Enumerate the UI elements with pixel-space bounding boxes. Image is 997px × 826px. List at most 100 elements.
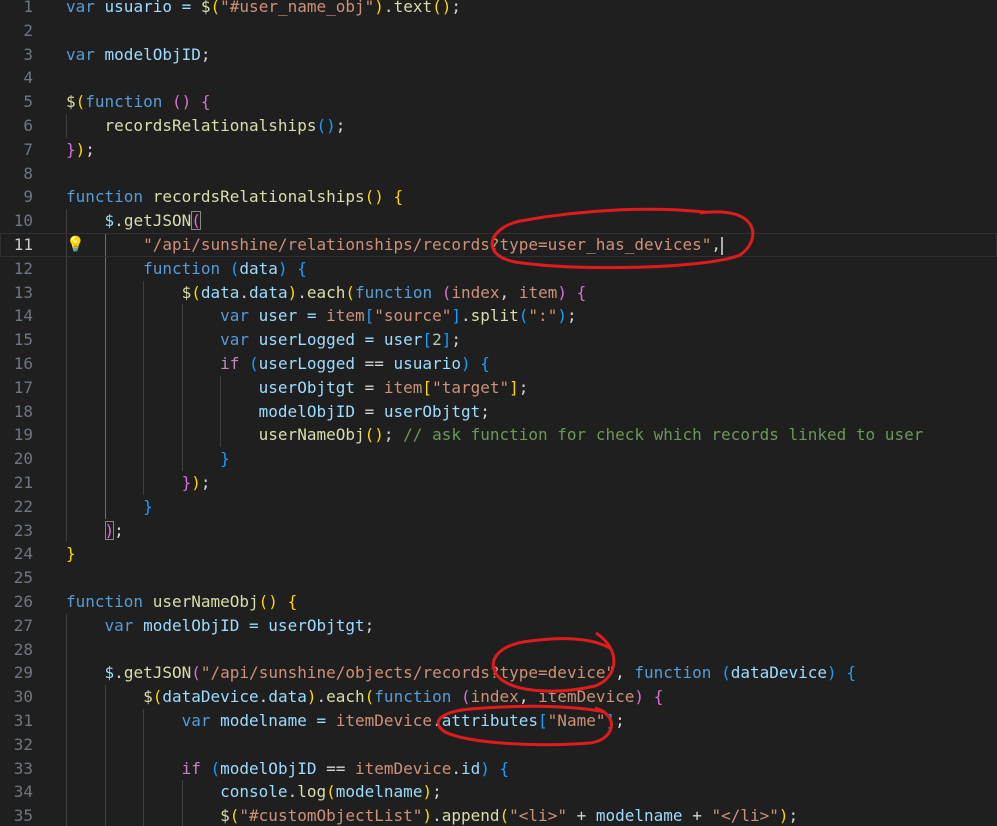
line-code: var userLogged = user[2]; — [66, 328, 461, 352]
line-code: } — [66, 495, 153, 519]
code-token: ; — [383, 425, 394, 445]
code-line[interactable]: 12 function (data) { — [0, 257, 997, 281]
code-token: ( — [721, 663, 731, 683]
code-line[interactable]: 24} — [0, 542, 997, 566]
code-line[interactable]: 14 var user = item["source"].split(":"); — [0, 304, 997, 328]
code-line[interactable]: 4 — [0, 66, 997, 90]
code-line[interactable]: 32 — [0, 733, 997, 757]
code-token: . — [383, 0, 394, 16]
code-line[interactable]: 19 userNameObj(); // ask function for ch… — [0, 423, 997, 447]
code-line[interactable]: 20 } — [0, 447, 997, 471]
code-token: ) — [191, 473, 201, 492]
code-token: ( — [364, 687, 375, 707]
code-line[interactable]: 9 function recordsRelationalships() { — [0, 185, 997, 209]
code-line[interactable]: 35 $("#customObjectList").append("<li>" … — [0, 804, 997, 826]
code-line[interactable]: 33 if (modelObjID == itemDevice.id) { — [0, 757, 997, 781]
code-token: if — [181, 758, 201, 778]
code-token: ( — [518, 306, 529, 326]
line-code: var usuario = $("#user_name_obj").text()… — [66, 0, 461, 19]
code-line[interactable]: 28 — [0, 638, 997, 662]
code-token: ; — [432, 782, 442, 802]
code-token: split — [470, 306, 519, 326]
line-number: 3 — [23, 44, 33, 64]
line-number: 27 — [13, 615, 33, 635]
line-code: ); — [66, 519, 124, 543]
code-line[interactable]: 15 var userLogged = user[2]; — [0, 328, 997, 352]
line-number: 16 — [13, 354, 33, 373]
code-token: . — [460, 306, 471, 326]
code-line[interactable]: 3 var modelObjID; — [0, 43, 997, 67]
code-token: . — [316, 687, 327, 707]
code-line[interactable]: 11 💡 "/api/sunshine/relationships/records… — [0, 233, 997, 257]
line-number: 22 — [13, 496, 33, 516]
code-token: ; — [85, 139, 95, 159]
code-line[interactable]: 21 }); — [0, 471, 997, 495]
code-token: getJSON — [123, 211, 192, 231]
code-line[interactable]: 5 $(function () { — [0, 90, 997, 114]
line-number: 20 — [13, 449, 33, 469]
code-token: ; — [200, 44, 211, 64]
line-number: 4 — [23, 68, 33, 88]
code-token: ( — [191, 282, 201, 302]
code-line[interactable]: 25 — [0, 566, 997, 590]
code-line[interactable]: 2 — [0, 19, 997, 43]
code-line[interactable]: 29 $.getJSON("/api/sunshine/objects/reco… — [0, 661, 997, 685]
code-line[interactable]: 26 function userNameObj() { — [0, 590, 997, 614]
code-token: index — [451, 282, 500, 302]
code-line[interactable]: 7}); — [0, 138, 997, 162]
code-token: userNameObj — [152, 592, 259, 611]
code-token: var — [181, 711, 211, 730]
code-line[interactable]: 31 var modelname = itemDevice.attributes… — [0, 709, 997, 733]
line-code: }); — [66, 138, 95, 162]
code-token: function — [355, 282, 433, 302]
code-editor[interactable]: 1 var usuario = $("#user_name_obj").text(… — [0, 0, 997, 826]
code-token: itemDevice — [335, 711, 433, 730]
code-line[interactable]: 16 if (userLogged == usuario) { — [0, 352, 997, 376]
code-token: usuario — [393, 354, 461, 373]
code-line[interactable]: 10 $.getJSON( — [0, 209, 997, 233]
code-token: ( — [229, 806, 240, 826]
code-line[interactable]: 27 var modelObjID = userObjtgt; — [0, 614, 997, 638]
code-line[interactable]: 23 ); — [0, 519, 997, 543]
code-line[interactable]: 18 modelObjID = userObjtgt; — [0, 400, 997, 424]
code-token: // ask function for check which records … — [393, 425, 924, 445]
code-token: ) — [480, 758, 490, 778]
code-token: ; — [451, 0, 461, 16]
line-code: function userNameObj() { — [66, 590, 297, 614]
code-token: ) — [827, 663, 837, 683]
code-token: ( — [461, 687, 471, 707]
code-token: "target" — [432, 377, 510, 397]
code-line[interactable]: 13 $(data.data).each(function (index, it… — [0, 281, 997, 305]
code-line[interactable]: 1 var usuario = $("#user_name_obj").text(… — [0, 0, 997, 19]
code-token: itemDevice — [355, 758, 452, 778]
line-number: 13 — [13, 282, 33, 302]
code-token: modelObjID — [94, 44, 201, 64]
code-token: "/api/sunshine/relationships/records?typ… — [143, 235, 712, 254]
code-token: ( — [441, 282, 452, 302]
code-token: "source" — [374, 306, 452, 326]
code-token: ) — [460, 354, 471, 373]
code-line[interactable]: 30 $(dataDevice.data).each(function (ind… — [0, 685, 997, 709]
code-token: $ — [104, 211, 115, 231]
code-token: userNameObj — [258, 425, 365, 445]
code-token: $ — [181, 282, 192, 302]
code-token: ; — [615, 711, 625, 730]
code-token: userLogged = user — [249, 330, 423, 350]
code-line[interactable]: 8 — [0, 162, 997, 186]
line-code: modelObjID = userObjtgt; — [66, 400, 490, 424]
code-line[interactable]: 22 } — [0, 495, 997, 519]
code-token: "/api/sunshine/objects/records?type=devi… — [200, 663, 616, 683]
code-line[interactable]: 6 recordsRelationalships(); — [0, 114, 997, 138]
code-token: ) — [634, 687, 645, 707]
code-token: ) — [287, 282, 298, 302]
code-line[interactable]: 17 userObjtgt = item["target"]; — [0, 376, 997, 400]
code-line[interactable]: 34 console.log(modelname); — [0, 780, 997, 804]
